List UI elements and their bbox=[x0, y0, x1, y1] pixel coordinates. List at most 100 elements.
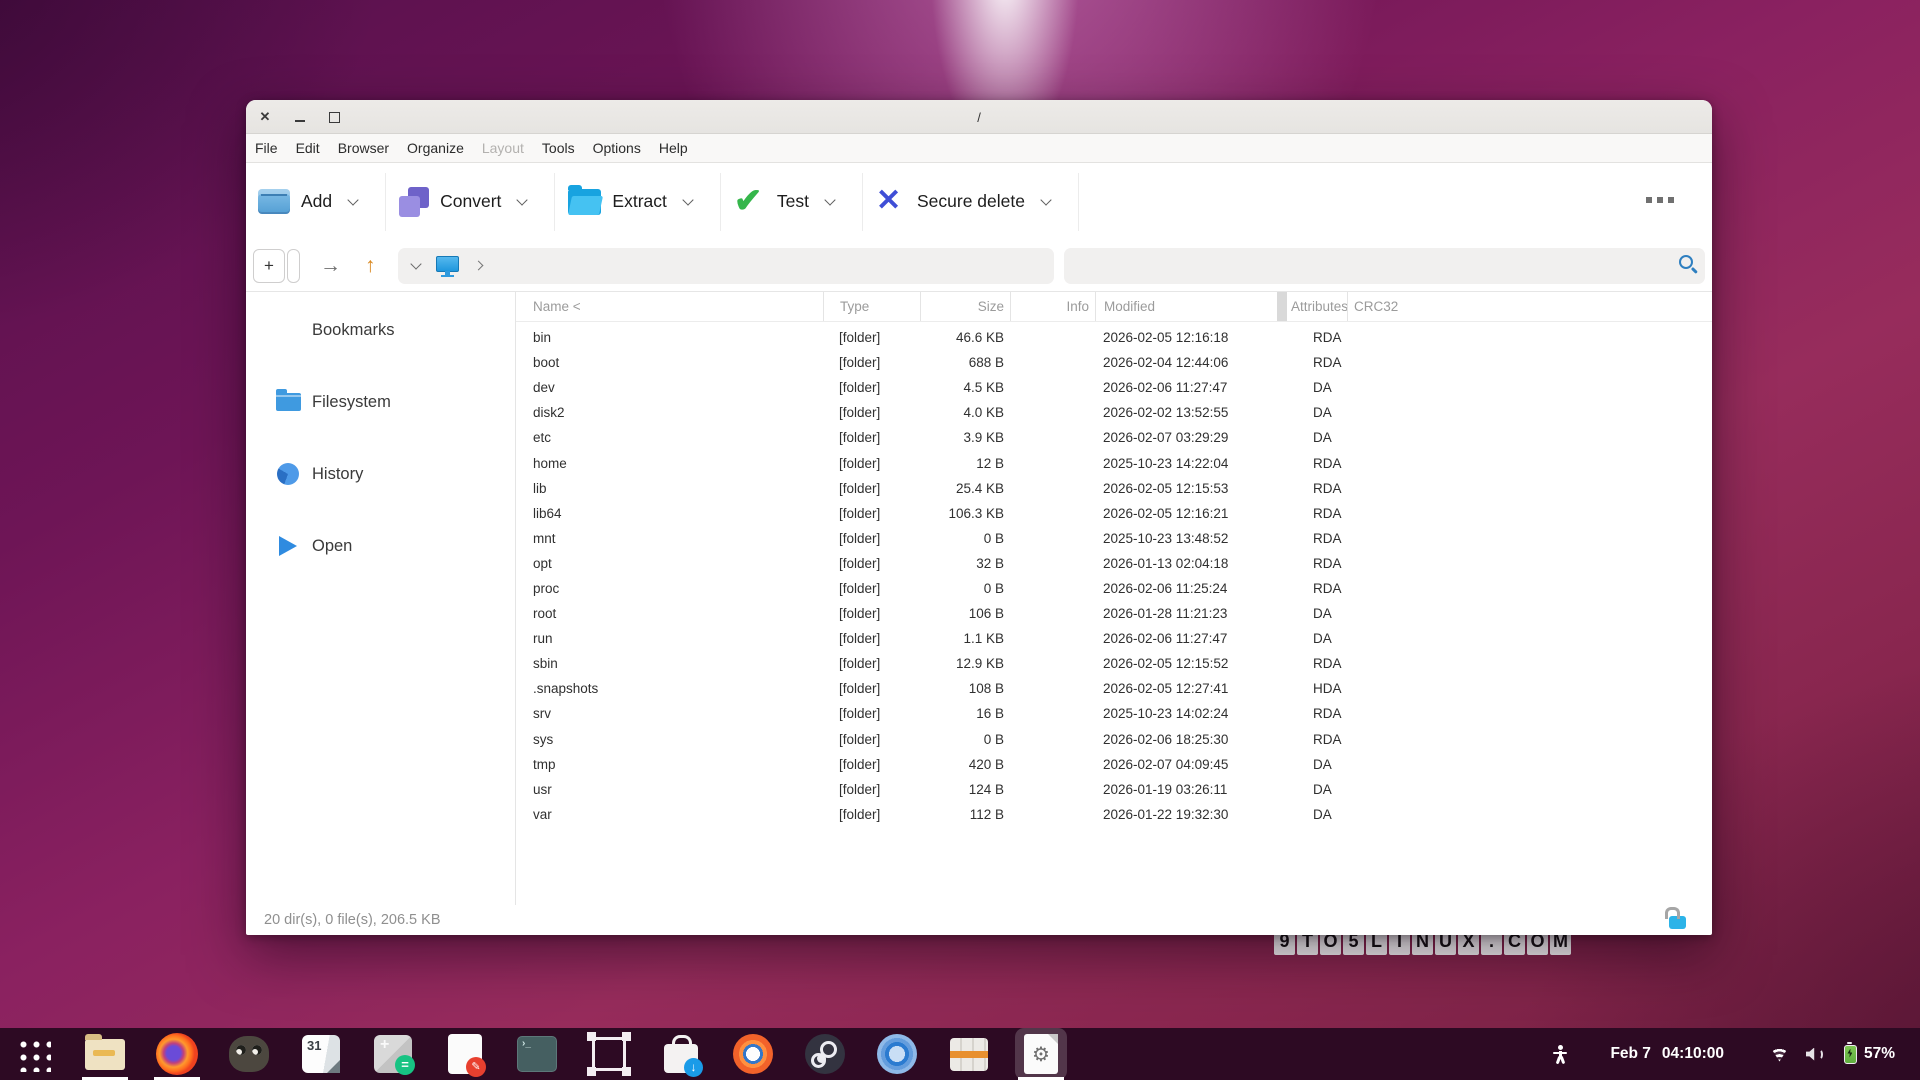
toolbar-separator bbox=[1078, 173, 1079, 231]
search-input[interactable] bbox=[1064, 248, 1706, 284]
table-row[interactable]: var[folder]112 B2026-01-22 19:32:30DA bbox=[516, 802, 1712, 827]
column-header-crc[interactable]: CRC32 bbox=[1347, 292, 1712, 321]
cell-size: 124 B bbox=[920, 782, 1010, 797]
table-row[interactable]: etc[folder]3.9 KB2026-02-07 03:29:29DA bbox=[516, 425, 1712, 450]
table-row[interactable]: .snapshots[folder]108 B2026-02-05 12:27:… bbox=[516, 676, 1712, 701]
taskbar-peazip[interactable] bbox=[1015, 1028, 1067, 1080]
up-directory-icon[interactable]: ↑ bbox=[365, 254, 376, 278]
chevron-down-icon[interactable] bbox=[347, 194, 358, 205]
table-row[interactable]: srv[folder]16 B2025-10-23 14:02:24RDA bbox=[516, 701, 1712, 726]
extract-icon bbox=[568, 189, 601, 215]
chevron-down-icon[interactable] bbox=[517, 194, 528, 205]
cell-name: home bbox=[516, 456, 823, 471]
add-archive-button[interactable]: Add bbox=[254, 173, 376, 231]
taskbar-text-editor[interactable] bbox=[439, 1028, 491, 1080]
chevron-down-icon[interactable] bbox=[410, 258, 421, 269]
sidebar-item-open[interactable]: Open bbox=[246, 510, 515, 582]
menu-options[interactable]: Options bbox=[584, 140, 650, 156]
title-bar: / bbox=[246, 100, 1712, 134]
table-row[interactable]: dev[folder]4.5 KB2026-02-06 11:27:47DA bbox=[516, 375, 1712, 400]
table-row[interactable]: opt[folder]32 B2026-01-13 02:04:18RDA bbox=[516, 551, 1712, 576]
wifi-icon[interactable] bbox=[1770, 1047, 1789, 1062]
cell-type: [folder] bbox=[823, 631, 920, 646]
lock-open-icon[interactable] bbox=[1669, 916, 1686, 929]
clock[interactable]: Feb 7 04:10:00 bbox=[1610, 1045, 1724, 1063]
taskbar: 31 Feb 7 04:10:00 57% bbox=[0, 1028, 1920, 1080]
search-icon[interactable] bbox=[1679, 255, 1693, 269]
extract-button[interactable]: Extract bbox=[564, 173, 710, 231]
cell-size: 112 B bbox=[920, 807, 1010, 822]
table-row[interactable]: tmp[folder]420 B2026-02-07 04:09:45DA bbox=[516, 752, 1712, 777]
secure-delete-button[interactable]: Secure delete bbox=[872, 173, 1069, 231]
table-row[interactable]: bin[folder]46.6 KB2026-02-05 12:16:18RDA bbox=[516, 325, 1712, 350]
table-row[interactable]: boot[folder]688 B2026-02-04 12:44:06RDA bbox=[516, 350, 1712, 375]
sidebar-item-history[interactable]: History bbox=[246, 438, 515, 510]
table-row[interactable]: mnt[folder]0 B2025-10-23 13:48:52RDA bbox=[516, 526, 1712, 551]
column-header-size[interactable]: Size bbox=[920, 292, 1010, 321]
cell-modified: 2025-10-23 13:48:52 bbox=[1095, 531, 1287, 546]
taskbar-app-launcher[interactable] bbox=[7, 1028, 59, 1080]
more-options-icon[interactable] bbox=[1646, 197, 1674, 203]
menu-help[interactable]: Help bbox=[650, 140, 697, 156]
taskbar-terminal[interactable] bbox=[511, 1028, 563, 1080]
table-row[interactable]: home[folder]12 B2025-10-23 14:22:04RDA bbox=[516, 450, 1712, 475]
table-row[interactable]: disk2[folder]4.0 KB2026-02-02 13:52:55DA bbox=[516, 400, 1712, 425]
table-row[interactable]: run[folder]1.1 KB2026-02-06 11:27:47DA bbox=[516, 626, 1712, 651]
column-header-info[interactable]: Info bbox=[1010, 292, 1095, 321]
taskbar-firefox[interactable] bbox=[151, 1028, 203, 1080]
chromium-icon bbox=[877, 1034, 917, 1074]
table-row[interactable]: root[folder]106 B2026-01-28 11:21:23DA bbox=[516, 601, 1712, 626]
cell-type: [folder] bbox=[823, 481, 920, 496]
convert-button[interactable]: Convert bbox=[395, 173, 545, 231]
computer-icon[interactable] bbox=[436, 256, 459, 272]
table-row[interactable]: lib64[folder]106.3 KB2026-02-05 12:16:21… bbox=[516, 501, 1712, 526]
screenshot-tool-icon bbox=[592, 1037, 626, 1071]
table-row[interactable]: usr[folder]124 B2026-01-19 03:26:11DA bbox=[516, 777, 1712, 802]
taskbar-archive-manager[interactable] bbox=[943, 1028, 995, 1080]
chevron-right-icon bbox=[473, 261, 483, 271]
sidebar-item-bookmarks[interactable]: Bookmarks bbox=[246, 294, 515, 366]
chevron-down-icon[interactable] bbox=[824, 194, 835, 205]
cell-name: srv bbox=[516, 706, 823, 721]
new-tab-button[interactable]: + bbox=[253, 249, 285, 283]
menu-browser[interactable]: Browser bbox=[329, 140, 398, 156]
menu-organize[interactable]: Organize bbox=[398, 140, 473, 156]
file-manager-window: / FileEditBrowserOrganizeLayoutToolsOpti… bbox=[246, 100, 1712, 935]
table-row[interactable]: lib[folder]25.4 KB2026-02-05 12:15:53RDA bbox=[516, 476, 1712, 501]
menu-tools[interactable]: Tools bbox=[533, 140, 584, 156]
taskbar-software-store[interactable] bbox=[655, 1028, 707, 1080]
taskbar-calendar[interactable]: 31 bbox=[295, 1028, 347, 1080]
taskbar-calculator[interactable] bbox=[367, 1028, 419, 1080]
taskbar-chromium[interactable] bbox=[871, 1028, 923, 1080]
battery-icon[interactable] bbox=[1844, 1045, 1857, 1064]
taskbar-gimp[interactable] bbox=[223, 1028, 275, 1080]
taskbar-image-viewer[interactable] bbox=[727, 1028, 779, 1080]
table-row[interactable]: sbin[folder]12.9 KB2026-02-05 12:15:52RD… bbox=[516, 651, 1712, 676]
column-header-type[interactable]: Type bbox=[823, 292, 920, 321]
cell-name: mnt bbox=[516, 531, 823, 546]
table-row[interactable]: proc[folder]0 B2026-02-06 11:25:24RDA bbox=[516, 576, 1712, 601]
column-resize-bar[interactable] bbox=[1277, 292, 1287, 321]
menu-file[interactable]: File bbox=[246, 140, 287, 156]
column-header-name[interactable]: Name < bbox=[516, 292, 823, 321]
taskbar-steam[interactable] bbox=[799, 1028, 851, 1080]
sidebar-item-filesystem[interactable]: Filesystem bbox=[246, 366, 515, 438]
cell-attributes: RDA bbox=[1287, 355, 1347, 370]
taskbar-file-manager[interactable] bbox=[79, 1028, 131, 1080]
column-header-mod[interactable]: Modified bbox=[1095, 292, 1277, 321]
table-row[interactable]: sys[folder]0 B2026-02-06 18:25:30RDA bbox=[516, 727, 1712, 752]
menu-edit[interactable]: Edit bbox=[287, 140, 329, 156]
address-breadcrumb[interactable] bbox=[398, 248, 1054, 284]
accessibility-icon[interactable] bbox=[1552, 1045, 1568, 1063]
taskbar-screenshot-tool[interactable] bbox=[583, 1028, 635, 1080]
forward-icon[interactable]: → bbox=[320, 254, 341, 278]
chevron-down-icon[interactable] bbox=[682, 194, 693, 205]
chevron-down-icon[interactable] bbox=[1040, 194, 1051, 205]
test-button[interactable]: Test bbox=[730, 173, 853, 231]
tab-strip-handle[interactable] bbox=[287, 249, 300, 283]
volume-icon[interactable] bbox=[1806, 1047, 1825, 1062]
cell-modified: 2026-02-05 12:16:18 bbox=[1095, 330, 1287, 345]
column-header-attr[interactable]: Attributes bbox=[1287, 292, 1347, 321]
cell-name: proc bbox=[516, 581, 823, 596]
tray-date: Feb 7 bbox=[1610, 1045, 1650, 1063]
